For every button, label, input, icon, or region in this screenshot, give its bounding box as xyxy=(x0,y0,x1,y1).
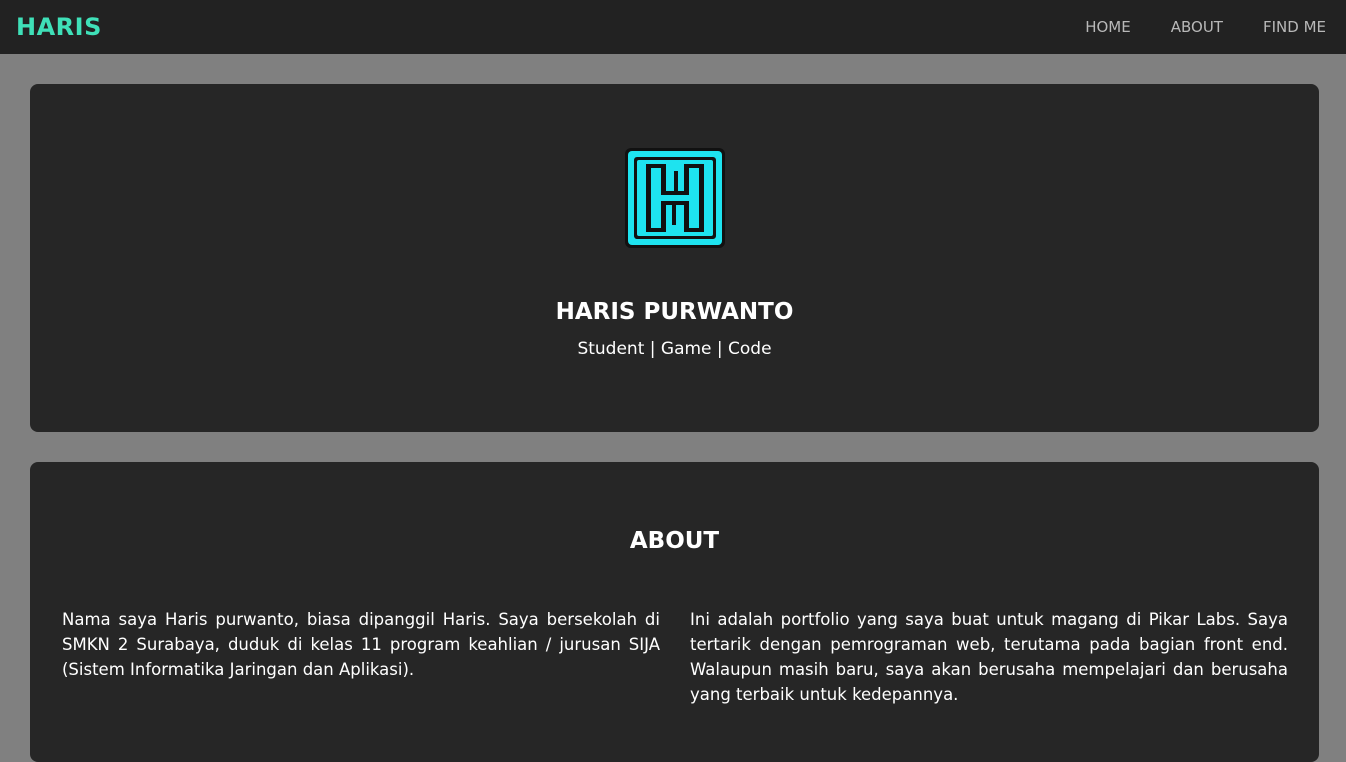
about-paragraph-left: Nama saya Haris purwanto, biasa dipanggi… xyxy=(62,610,660,679)
h-monogram-logo-icon xyxy=(625,148,725,248)
profile-tagline: Student | Game | Code xyxy=(577,339,772,359)
top-navbar: HARIS HOME ABOUT FIND ME xyxy=(0,0,1346,54)
nav-link-home[interactable]: HOME xyxy=(1085,18,1131,36)
nav-links: HOME ABOUT FIND ME xyxy=(1045,18,1326,36)
hero-card: HARIS PURWANTO Student | Game | Code xyxy=(30,84,1319,432)
about-card: ABOUT Nama saya Haris purwanto, biasa di… xyxy=(30,462,1319,762)
nav-link-find-me[interactable]: FIND ME xyxy=(1263,18,1326,36)
about-heading: ABOUT xyxy=(629,528,720,554)
brand-logo-link[interactable]: HARIS xyxy=(16,13,102,41)
nav-link-about[interactable]: ABOUT xyxy=(1171,18,1223,36)
about-paragraph-right: Ini adalah portfolio yang saya buat untu… xyxy=(690,610,1288,704)
profile-name: HARIS PURWANTO xyxy=(555,299,794,325)
